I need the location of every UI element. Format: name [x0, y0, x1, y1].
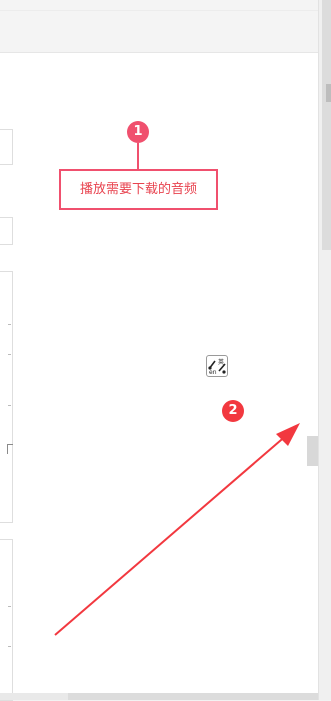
callout-number-2: 2	[222, 400, 244, 422]
annotation-arrow	[54, 423, 300, 636]
arrow-line	[54, 427, 296, 636]
